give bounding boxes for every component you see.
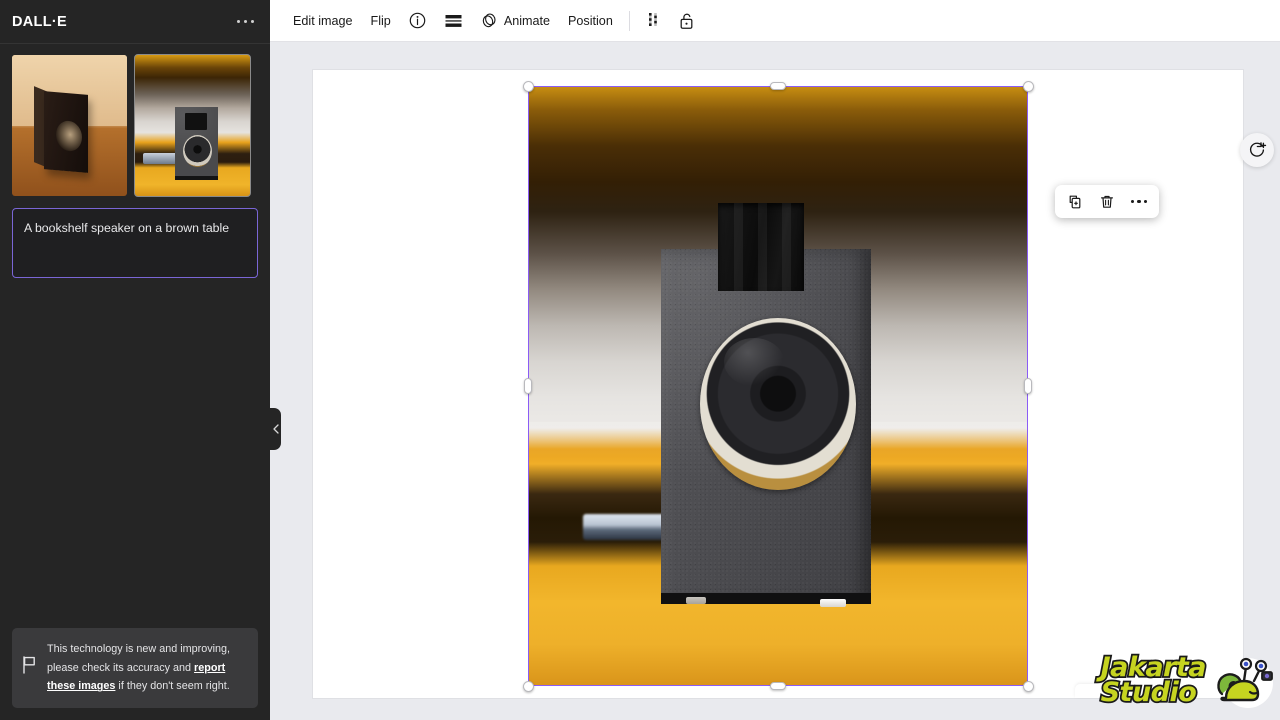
info-icon — [409, 12, 426, 29]
align-icon — [445, 14, 462, 27]
animate-button[interactable]: Animate — [472, 6, 559, 36]
transparency-button[interactable] — [637, 6, 670, 36]
sidebar-header: DALL·E — [0, 0, 270, 44]
position-label: Position — [568, 13, 613, 28]
prompt-input[interactable]: A bookshelf speaker on a brown table — [12, 208, 258, 278]
ellipsis-icon — [236, 19, 240, 24]
animate-label: Animate — [503, 13, 551, 28]
info-button[interactable] — [400, 6, 435, 36]
resize-handle-middle-left[interactable] — [524, 378, 532, 394]
delete-button[interactable] — [1096, 190, 1118, 214]
duplicate-icon — [1069, 195, 1081, 208]
position-button[interactable]: Position — [559, 6, 622, 36]
accuracy-notice: This technology is new and improving, pl… — [12, 628, 258, 708]
speaker-image[interactable] — [528, 86, 1028, 686]
notice-text-after: if they don't seem right. — [115, 680, 230, 693]
chevron-left-icon — [272, 424, 279, 434]
thumbnail-item-2[interactable] — [134, 54, 251, 197]
dalle-sidebar: DALL·E A bookshelf speaker on a brown ta… — [0, 0, 270, 720]
canvas-workspace[interactable]: Jakarta Studio — [270, 42, 1280, 720]
ellipsis-icon — [250, 19, 254, 24]
rotate-plus-icon — [1249, 142, 1267, 157]
trash-icon — [1101, 195, 1113, 208]
watermark: Jakarta Studio — [1099, 650, 1276, 712]
resize-handle-bottom-center[interactable] — [770, 682, 786, 690]
image-toolbar: Edit image Flip Animate Position — [270, 0, 1280, 42]
watermark-text: Jakarta Studio — [1099, 653, 1208, 708]
flip-button[interactable]: Flip — [362, 6, 400, 36]
tweeter-slot — [758, 203, 767, 291]
speaker-tweeter — [718, 203, 804, 291]
resize-handle-bottom-left[interactable] — [522, 680, 534, 692]
flag-icon — [22, 656, 37, 679]
panel-title: DALL·E — [12, 13, 67, 30]
speaker-woofer — [700, 318, 856, 490]
tweeter-slot — [782, 203, 791, 291]
resize-handle-middle-right[interactable] — [1024, 378, 1032, 394]
lock-open-icon — [680, 13, 693, 29]
watermark-line-2: Studio — [1099, 677, 1199, 708]
edit-image-label: Edit image — [293, 13, 353, 28]
app-root: DALL·E A bookshelf speaker on a brown ta… — [0, 0, 1280, 720]
thumbnail-2-base — [175, 176, 218, 180]
sidebar-collapse-handle[interactable] — [270, 408, 281, 450]
animate-icon — [482, 13, 496, 28]
thumbnail-2-woofer — [183, 135, 212, 167]
accuracy-notice-text: This technology is new and improving, pl… — [47, 640, 246, 696]
speaker-foot-left — [686, 597, 706, 604]
image-more-button[interactable] — [1128, 190, 1150, 214]
resize-handle-top-right[interactable] — [1022, 80, 1034, 92]
duplicate-button[interactable] — [1064, 190, 1086, 214]
transparency-icon — [648, 13, 657, 26]
woofer-highlight — [724, 338, 784, 386]
speaker-foot-right — [820, 599, 846, 607]
ellipsis-icon — [1130, 199, 1148, 204]
edit-image-button[interactable]: Edit image — [284, 6, 362, 36]
thumbnail-item-1[interactable] — [12, 55, 127, 196]
thumbnail-2-tweeter — [185, 113, 207, 130]
ellipsis-icon — [243, 19, 247, 24]
add-animation-button[interactable] — [1240, 133, 1274, 167]
tweeter-slot — [734, 203, 743, 291]
floating-image-toolbar — [1055, 185, 1159, 218]
prompt-text: A bookshelf speaker on a brown table — [24, 221, 230, 235]
slide-canvas[interactable] — [313, 70, 1243, 698]
resize-handle-bottom-right[interactable] — [1022, 680, 1034, 692]
toolbar-divider — [628, 10, 630, 31]
resize-handle-top-left[interactable] — [522, 80, 534, 92]
lock-button[interactable] — [670, 6, 703, 36]
resize-handle-top-center[interactable] — [770, 82, 786, 90]
snail-mascot-icon — [1217, 657, 1273, 708]
sidebar-more-button[interactable] — [235, 14, 257, 30]
generated-image-list — [0, 44, 270, 197]
flip-label: Flip — [370, 13, 391, 28]
thumbnail-2-device — [143, 153, 179, 164]
align-button[interactable] — [435, 6, 472, 36]
